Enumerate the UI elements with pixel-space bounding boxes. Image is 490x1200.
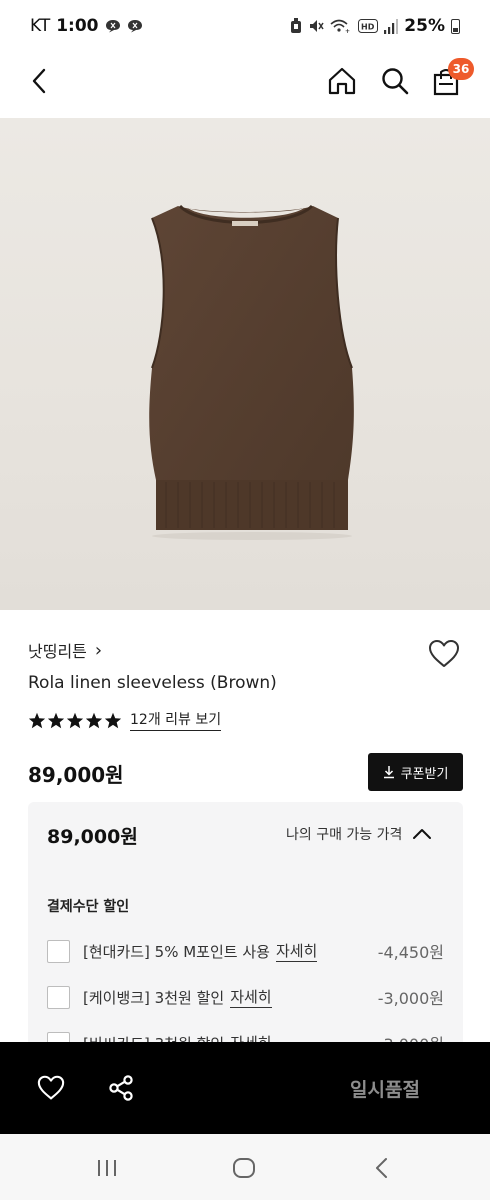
- home-system-button[interactable]: [224, 1148, 264, 1188]
- top-navigation: [0, 52, 490, 118]
- carrier-label: KT: [30, 16, 51, 36]
- wishlist-bottom-button[interactable]: [31, 1068, 71, 1108]
- product-name: Rola linen sleeveless (Brown): [28, 673, 277, 693]
- signal-icon: [384, 18, 399, 34]
- discount-detail-link[interactable]: 자세히: [230, 986, 272, 1008]
- wifi-icon: +: [330, 19, 350, 34]
- product-image[interactable]: [0, 118, 490, 610]
- heart-icon: [37, 1075, 65, 1100]
- rating-stars: [28, 712, 122, 729]
- chat-bubble-icon: [127, 20, 142, 33]
- discount-checkbox[interactable]: [47, 985, 70, 1009]
- discount-amount: -3,000원: [377, 989, 444, 1008]
- coupon-label: 쿠폰받기: [400, 766, 449, 782]
- chevron-left-icon: [376, 1158, 387, 1178]
- home-circle-icon: [233, 1158, 255, 1178]
- review-link[interactable]: 12개 리뷰 보기: [130, 709, 222, 731]
- discount-row: [케이뱅크] 3천원 할인 자세히 -3,000원: [47, 984, 444, 1010]
- soldout-button[interactable]: 일시품절: [300, 1066, 470, 1110]
- discount-amount: -4,450원: [377, 943, 444, 962]
- coupon-button[interactable]: 쿠폰받기: [368, 753, 463, 791]
- star-icon: [104, 712, 122, 728]
- payment-discount-heading: 결제수단 할인: [47, 899, 130, 915]
- discount-label: [케이뱅크] 3천원 할인: [83, 988, 225, 1007]
- battery-icon: [451, 18, 460, 34]
- home-icon: [328, 67, 356, 95]
- status-left: KT 1:00: [30, 16, 143, 36]
- chevron-right-icon: ›: [94, 639, 103, 661]
- toggle-label: 나의 구매 가능 가격: [286, 827, 403, 843]
- brand-name: 낫띵리튼: [28, 642, 87, 661]
- download-icon: [383, 766, 394, 779]
- share-button[interactable]: [101, 1068, 141, 1108]
- home-button[interactable]: [322, 61, 362, 101]
- discount-label: [현대카드] 5% M포인트 사용: [83, 942, 270, 961]
- status-right: + HD 25%: [290, 16, 460, 36]
- system-navigation-bar: [0, 1134, 490, 1200]
- brown-vest-image: [149, 204, 354, 540]
- search-button[interactable]: [375, 61, 415, 101]
- search-icon: [382, 68, 409, 95]
- share-icon: [109, 1075, 133, 1101]
- discount-row: [현대카드] 5% M포인트 사용 자세히 -4,450원: [47, 938, 444, 964]
- brand-link[interactable]: 낫띵리튼 ›: [28, 638, 102, 662]
- heart-icon: [429, 640, 459, 667]
- wishlist-button[interactable]: [424, 634, 464, 674]
- discount-detail-link[interactable]: 자세히: [275, 940, 318, 962]
- mute-icon: [310, 20, 324, 32]
- back-system-button[interactable]: [362, 1148, 402, 1188]
- recent-apps-icon: [98, 1160, 116, 1176]
- product-price: 89,000원: [28, 763, 124, 787]
- bottom-action-bar: 일시품절: [0, 1042, 490, 1134]
- panel-price: 89,000원: [47, 826, 138, 848]
- svg-text:+: +: [345, 28, 350, 34]
- chat-bubble-icon: [105, 20, 120, 33]
- star-icon: [28, 712, 46, 728]
- chevron-up-icon: [413, 829, 432, 839]
- rating-row: 12개 리뷰 보기: [28, 709, 222, 731]
- battery-percent: 25%: [404, 16, 445, 36]
- chevron-left-icon: [32, 68, 46, 94]
- purchasable-price-toggle[interactable]: 나의 구매 가능 가격: [286, 824, 432, 844]
- star-icon: [85, 712, 103, 728]
- star-icon: [66, 712, 84, 728]
- hd-voice-icon: HD: [358, 19, 379, 33]
- alarm-icon: [291, 18, 302, 33]
- star-icon: [47, 712, 65, 728]
- status-bar: KT 1:00 + HD 25%: [0, 0, 490, 52]
- clock: 1:00: [56, 16, 99, 36]
- svg-text:HD: HD: [361, 23, 375, 32]
- back-button[interactable]: [20, 61, 60, 101]
- price-panel: 89,000원 나의 구매 가능 가격 결제수단 할인 [현대카드] 5% M포…: [28, 802, 463, 1062]
- recent-apps-button[interactable]: [87, 1148, 127, 1188]
- cart-count-badge: 36: [448, 58, 474, 80]
- discount-checkbox[interactable]: [47, 939, 70, 963]
